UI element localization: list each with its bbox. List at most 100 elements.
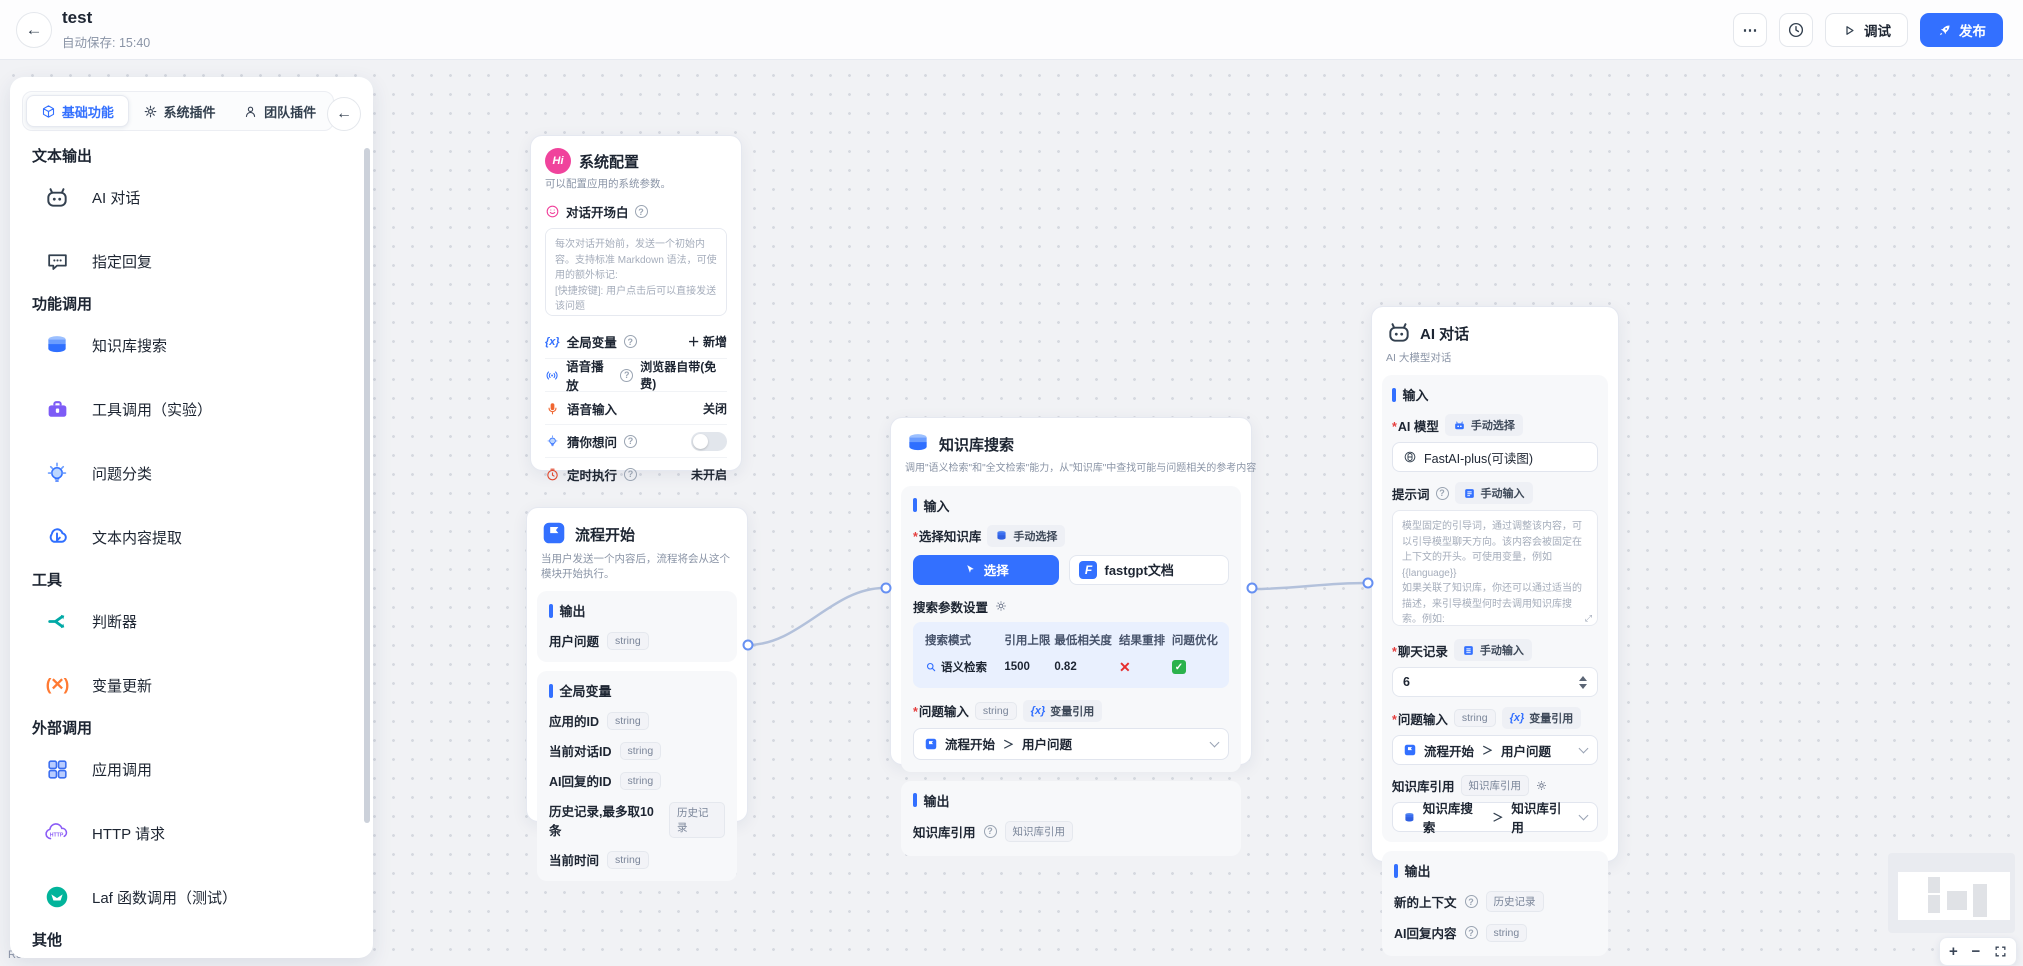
question-input-label: 问题输入	[913, 701, 969, 720]
bulb-icon	[44, 460, 70, 486]
palette-item-variable-update[interactable]: (✕) 变量更新	[10, 653, 373, 717]
help-icon[interactable]: ?	[635, 205, 648, 218]
stt-value[interactable]: 关闭	[703, 400, 727, 417]
section-title: 功能调用	[10, 293, 373, 313]
type-badge: string	[1486, 924, 1528, 942]
help-icon[interactable]: ?	[624, 468, 637, 481]
fit-view-button[interactable]	[1994, 945, 2007, 958]
opening-textarea[interactable]	[545, 228, 727, 316]
palette-item-kb-search[interactable]: 知识库搜索	[10, 313, 373, 377]
semantic-search-icon	[925, 661, 937, 673]
chevron-down-icon	[1579, 811, 1589, 821]
timer-icon	[545, 467, 560, 482]
tts-value[interactable]: 浏览器自带(免费)	[640, 358, 727, 392]
publish-button[interactable]: 发布	[1920, 13, 2003, 47]
gear-icon[interactable]	[1535, 779, 1548, 792]
manual-input-badge[interactable]: 手动输入	[1454, 639, 1532, 661]
node-ai-chat[interactable]: AI 对话 AI 大模型对话 输入 AI 模型 手动选择 FastAI-plus…	[1371, 306, 1619, 862]
tab-basic-modules[interactable]: 基础功能	[26, 95, 129, 127]
back-button[interactable]: ←	[16, 12, 52, 48]
node-kb-search[interactable]: 知识库搜索 调用"语义检索"和"全文检索"能力，从"知识库"中查找可能与问题相关…	[890, 417, 1252, 765]
bulb-icon	[545, 434, 560, 449]
debug-button[interactable]: 调试	[1825, 13, 1908, 47]
palette-item-question-classify[interactable]: 问题分类	[10, 441, 373, 505]
sidebar-scrollbar[interactable]	[364, 148, 370, 823]
node-title: 流程开始	[575, 524, 635, 545]
palette-item-http-request[interactable]: HTTP HTTP 请求	[10, 801, 373, 865]
schedule-value[interactable]: 未开启	[691, 466, 727, 483]
type-badge: string	[975, 702, 1017, 720]
history-count-input[interactable]: 6	[1392, 667, 1598, 697]
palette-item-tool-call[interactable]: 工具调用（实验）	[10, 377, 373, 441]
robot-icon	[44, 184, 70, 210]
minimap-node	[1973, 884, 1987, 917]
palette-item-app-call[interactable]: 应用调用	[10, 737, 373, 801]
help-icon[interactable]: ?	[1465, 895, 1478, 908]
flow-start-output-port[interactable]	[743, 640, 754, 651]
number-stepper[interactable]	[1579, 676, 1587, 689]
gear-icon[interactable]	[994, 599, 1008, 613]
palette-item-judge[interactable]: 判断器	[10, 589, 373, 653]
laf-icon	[44, 884, 70, 910]
manual-select-badge[interactable]: 手动选择	[987, 525, 1065, 547]
palette-item-content-extract[interactable]: 文本内容提取	[10, 505, 373, 569]
chevron-down-icon	[1579, 744, 1589, 754]
question-source-dropdown[interactable]: 流程开始＞用户问题	[913, 728, 1229, 760]
type-badge: string	[607, 851, 649, 869]
braces-icon: {x}	[1510, 712, 1525, 724]
help-icon[interactable]: ?	[620, 369, 633, 382]
tab-team-plugins[interactable]: 团队插件	[229, 95, 330, 127]
ai-chat-input-port[interactable]	[1363, 578, 1374, 589]
toolbox-icon	[44, 396, 70, 422]
type-badge: 知识库引用	[1461, 775, 1530, 796]
select-kb-label: 选择知识库	[913, 526, 981, 545]
help-icon[interactable]: ?	[1436, 487, 1449, 500]
zoom-out-button[interactable]: −	[1972, 943, 1981, 960]
choose-kb-button[interactable]: 选择	[913, 555, 1059, 585]
doc-mini-icon	[1463, 487, 1476, 500]
history-button[interactable]	[1779, 13, 1813, 47]
node-palette-panel: 基础功能 系统插件 团队插件 ← 文本输出 AI 对话 指定回复 功能调用 知识…	[10, 77, 373, 958]
palette-item-assigned-reply[interactable]: 指定回复	[10, 229, 373, 293]
manual-select-badge[interactable]: 手动选择	[1445, 414, 1523, 436]
zoom-in-button[interactable]: +	[1949, 943, 1958, 960]
kb-search-input-port[interactable]	[881, 583, 892, 594]
chevron-right-separator: ＞	[1002, 736, 1015, 752]
guess-question-toggle[interactable]	[691, 432, 727, 451]
expand-icon[interactable]: ⤢	[1585, 613, 1592, 624]
collapse-sidebar-button[interactable]: ←	[327, 97, 361, 131]
kb-dataset-card[interactable]: F fastgpt文档	[1069, 555, 1229, 585]
help-icon[interactable]: ?	[624, 435, 637, 448]
model-select[interactable]: FastAI-plus(可读图)	[1392, 442, 1598, 472]
kb-ref-source-dropdown[interactable]: 知识库搜索＞知识库引用	[1392, 802, 1598, 832]
node-desc: 调用"语义检索"和"全文检索"能力，从"知识库"中查找可能与问题相关的参考内容	[891, 459, 1251, 477]
type-badge: 历史记录	[1486, 891, 1544, 912]
sound-wave-icon	[545, 368, 559, 383]
manual-input-badge[interactable]: 手动输入	[1455, 482, 1533, 504]
type-badge: 知识库引用	[1005, 821, 1074, 842]
flag-mini-icon	[924, 737, 938, 751]
question-source-dropdown[interactable]: 流程开始＞用户问题	[1392, 735, 1598, 765]
palette-item-ai-chat[interactable]: AI 对话	[10, 165, 373, 229]
minimap[interactable]	[1888, 853, 2015, 933]
kb-search-output-port[interactable]	[1247, 583, 1258, 594]
variable-ref-badge[interactable]: {x}变量引用	[1502, 707, 1582, 729]
help-icon[interactable]: ?	[624, 335, 637, 348]
grid-icon	[44, 756, 70, 782]
help-icon[interactable]: ?	[984, 825, 997, 838]
help-icon[interactable]: ?	[1465, 926, 1478, 939]
chevron-right-separator: ＞	[1481, 742, 1494, 758]
palette-item-laf-function[interactable]: Laf 函数调用（测试）	[10, 865, 373, 929]
add-variable-button[interactable]: ＋ 新增	[688, 333, 727, 350]
fit-view-icon	[1994, 945, 2007, 958]
node-system-config[interactable]: Hi 系统配置 可以配置应用的系统参数。 对话开场白 ? {x} 全局变量 ? …	[530, 135, 742, 471]
prompt-textarea[interactable]	[1392, 510, 1598, 626]
section-title: 外部调用	[10, 717, 373, 737]
palette-list: 文本输出 AI 对话 指定回复 功能调用 知识库搜索 工具调用（实验） 问题分类…	[10, 145, 373, 949]
variable-ref-badge[interactable]: {x}变量引用	[1023, 700, 1103, 722]
node-flow-start[interactable]: 流程开始 当用户发送一个内容后，流程将会从这个模块开始执行。 输出 用户问题st…	[526, 507, 748, 822]
more-button[interactable]: ⋯	[1733, 13, 1767, 47]
tab-system-plugins[interactable]: 系统插件	[129, 95, 230, 127]
section-bar	[549, 684, 553, 698]
braces-icon: {x}	[545, 336, 560, 348]
